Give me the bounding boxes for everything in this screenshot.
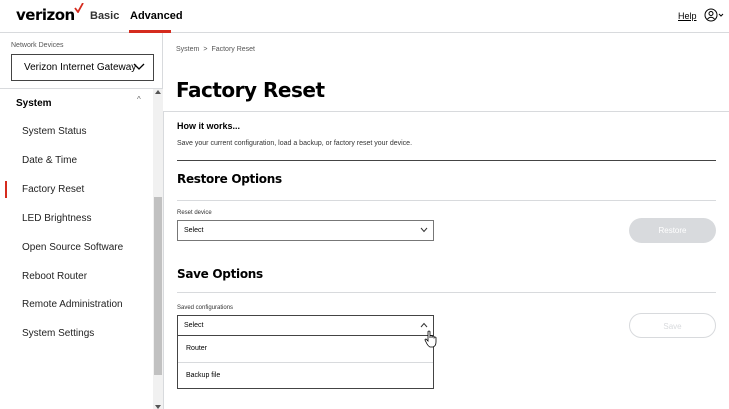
restore-button[interactable]: Restore bbox=[629, 218, 716, 243]
reset-device-select[interactable]: Select bbox=[177, 220, 434, 241]
sidebar-item-reboot-router[interactable]: Reboot Router bbox=[0, 263, 152, 291]
breadcrumb-separator: > bbox=[203, 46, 208, 53]
sidebar-section-system[interactable]: System ^ bbox=[0, 89, 152, 117]
saved-configurations-select-value: Select bbox=[184, 322, 204, 329]
main-content: System > Factory Reset Factory Reset How i… bbox=[163, 33, 729, 409]
chevron-up-icon bbox=[420, 322, 428, 328]
how-it-works-description: Save your current configuration, load a … bbox=[177, 140, 413, 147]
save-button[interactable]: Save bbox=[629, 313, 716, 338]
tab-advanced[interactable]: Advanced bbox=[130, 10, 183, 22]
sidebar-item-label: System Settings bbox=[22, 328, 95, 339]
sidebar-item-label: LED Brightness bbox=[22, 213, 92, 224]
verizon-logo[interactable]: verizon bbox=[16, 6, 75, 24]
sidebar-menu: System ^ System Status Date & Time Facto… bbox=[0, 88, 163, 409]
divider bbox=[177, 292, 716, 293]
sidebar-item-remote-administration[interactable]: Remote Administration bbox=[0, 291, 152, 319]
page-title: Factory Reset bbox=[176, 78, 325, 102]
help-link[interactable]: Help bbox=[678, 11, 697, 21]
top-bar: verizon Basic Advanced Help bbox=[0, 0, 729, 33]
sidebar-item-label: Reboot Router bbox=[22, 271, 88, 282]
reset-device-label: Reset device bbox=[177, 210, 212, 216]
sidebar-section-label: System bbox=[16, 98, 52, 109]
breadcrumb-system[interactable]: System bbox=[176, 46, 199, 53]
tab-basic[interactable]: Basic bbox=[90, 10, 119, 22]
scrollbar-thumb[interactable] bbox=[154, 197, 162, 375]
saved-configurations-label: Saved configurations bbox=[177, 305, 234, 311]
hand-cursor-icon bbox=[424, 330, 437, 348]
sidebar-item-led-brightness[interactable]: LED Brightness bbox=[0, 205, 152, 233]
logo-check-icon bbox=[74, 3, 84, 13]
content-panel: How it works... Save your current config… bbox=[163, 112, 729, 409]
sidebar-item-label: System Status bbox=[22, 126, 87, 137]
chevron-down-icon bbox=[420, 227, 428, 233]
sidebar-scrollbar[interactable] bbox=[153, 89, 163, 409]
device-select-value: Verizon Internet Gateway bbox=[24, 62, 137, 73]
caret-up-icon: ^ bbox=[137, 95, 141, 104]
network-devices-label: Network Devices bbox=[11, 42, 64, 49]
breadcrumb: System > Factory Reset bbox=[176, 46, 255, 53]
scroll-up-icon[interactable] bbox=[155, 90, 161, 94]
breadcrumb-factory-reset: Factory Reset bbox=[211, 46, 256, 53]
sidebar-item-label: Remote Administration bbox=[22, 299, 123, 310]
dropdown-option-backup-file[interactable]: Backup file bbox=[178, 363, 433, 389]
chevron-down-icon bbox=[133, 63, 145, 70]
sidebar-item-label: Open Source Software bbox=[22, 242, 124, 253]
user-icon[interactable] bbox=[704, 7, 726, 23]
sidebar-item-system-status[interactable]: System Status bbox=[0, 118, 152, 146]
sidebar-item-label: Factory Reset bbox=[22, 184, 85, 195]
device-select[interactable]: Verizon Internet Gateway bbox=[11, 54, 154, 81]
restore-options-title: Restore Options bbox=[177, 172, 282, 186]
save-options-title: Save Options bbox=[177, 267, 263, 281]
dropdown-option-router[interactable]: Router bbox=[178, 336, 433, 362]
sidebar-item-open-source-software[interactable]: Open Source Software bbox=[0, 234, 152, 262]
divider bbox=[177, 200, 716, 201]
reset-device-select-value: Select bbox=[184, 227, 204, 234]
dropdown-option-label: Router bbox=[186, 345, 208, 352]
sidebar-item-system-settings[interactable]: System Settings bbox=[0, 320, 152, 348]
dropdown-option-label: Backup file bbox=[186, 372, 221, 379]
divider bbox=[177, 160, 716, 161]
sidebar-item-factory-reset[interactable]: Factory Reset bbox=[0, 176, 152, 204]
saved-configurations-dropdown: Router Backup file bbox=[177, 336, 434, 389]
scroll-down-icon[interactable] bbox=[155, 405, 161, 409]
sidebar-item-date-time[interactable]: Date & Time bbox=[0, 147, 152, 175]
sidebar: Network Devices Verizon Internet Gateway… bbox=[0, 33, 163, 409]
how-it-works-title: How it works... bbox=[177, 121, 241, 131]
sidebar-item-label: Date & Time bbox=[22, 155, 78, 166]
saved-configurations-select[interactable]: Select bbox=[177, 315, 434, 336]
